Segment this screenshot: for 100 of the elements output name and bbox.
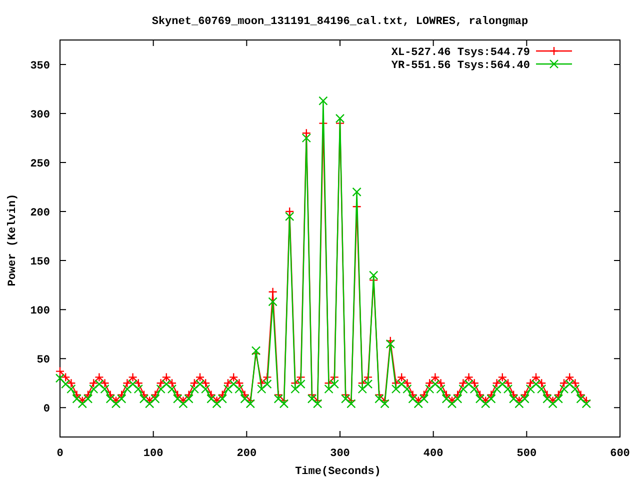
data-point — [302, 133, 311, 143]
data-point — [576, 394, 586, 404]
data-point — [195, 372, 205, 382]
data-point — [330, 380, 339, 389]
data-point — [240, 390, 250, 400]
data-point — [542, 394, 552, 404]
data-point — [257, 378, 266, 388]
data-point — [223, 378, 233, 388]
data-point — [486, 394, 496, 404]
tick-label: 400 — [423, 448, 444, 460]
axis-label: Power (Kelvin) — [7, 194, 19, 286]
data-point — [341, 394, 350, 404]
data-point — [100, 384, 110, 394]
data-point — [391, 378, 401, 388]
data-point — [83, 390, 93, 400]
data-point — [430, 372, 440, 382]
data-point — [66, 378, 76, 388]
data-point — [520, 394, 530, 404]
data-point — [111, 396, 121, 406]
tick-label: 0 — [43, 404, 50, 416]
data-point — [374, 390, 384, 400]
data-point — [195, 380, 205, 389]
data-point — [414, 396, 423, 406]
data-point — [458, 384, 468, 394]
data-point — [492, 378, 502, 388]
data-point — [380, 399, 390, 408]
data-point — [190, 378, 199, 388]
data-point — [190, 384, 199, 394]
data-point — [139, 390, 149, 400]
data-point — [251, 346, 261, 356]
data-point — [145, 399, 154, 408]
data-point — [498, 380, 507, 389]
data-point — [335, 114, 345, 123]
data-point — [386, 339, 395, 348]
data-point — [212, 399, 222, 408]
data-point — [565, 372, 574, 382]
data-point — [537, 378, 546, 388]
axis-label: Time(Seconds) — [295, 466, 381, 478]
data-point — [296, 372, 306, 382]
data-point — [302, 128, 311, 138]
data-point — [509, 390, 518, 400]
data-point — [290, 384, 300, 394]
data-point — [262, 380, 272, 389]
data-point — [184, 390, 194, 400]
data-point — [268, 287, 278, 296]
data-point — [498, 372, 507, 382]
tick-label: 300 — [30, 110, 50, 122]
data-point — [514, 396, 524, 406]
data-point — [447, 396, 457, 406]
data-point — [111, 399, 121, 408]
data-point — [218, 394, 227, 404]
data-point — [106, 390, 115, 400]
data-point — [61, 372, 70, 382]
data-point — [458, 378, 468, 388]
legend-label: YR-551.56 Tsys:564.40 — [391, 60, 530, 72]
data-point — [408, 390, 418, 400]
data-point — [178, 396, 188, 406]
data-point — [408, 394, 418, 404]
data-point — [324, 384, 334, 394]
data-point — [134, 384, 143, 394]
data-point — [486, 390, 496, 400]
data-point — [386, 336, 395, 346]
tick-label: 50 — [36, 354, 50, 367]
tick-label: 100 — [30, 306, 50, 318]
data-point — [201, 384, 210, 394]
data-point — [122, 378, 132, 388]
data-point — [520, 390, 530, 400]
data-point — [582, 396, 591, 406]
data-point — [352, 187, 362, 196]
data-point — [150, 390, 160, 400]
data-point — [78, 396, 87, 406]
data-point — [397, 372, 406, 382]
data-point — [201, 378, 210, 388]
data-point — [554, 390, 563, 400]
data-point — [229, 380, 238, 389]
data-point — [134, 378, 143, 388]
data-point — [548, 396, 558, 406]
tick-label: 300 — [330, 448, 350, 460]
data-point — [162, 372, 171, 382]
chart-title: Skynet_60769_moon_131191_84196_cal.txt, LOWRES, ralongmap — [152, 16, 528, 28]
data-point — [363, 380, 373, 389]
data-point — [391, 384, 401, 394]
data-point — [156, 384, 166, 394]
tick-label: 0 — [56, 448, 64, 460]
data-point — [464, 372, 474, 382]
data-point — [414, 399, 423, 408]
data-point — [570, 378, 580, 388]
data-point — [526, 378, 535, 388]
data-point — [285, 206, 294, 216]
data-point — [436, 378, 446, 388]
data-point — [117, 390, 126, 400]
data-point — [402, 378, 412, 388]
data-point — [425, 378, 434, 388]
data-point — [470, 384, 479, 394]
data-point — [464, 380, 474, 389]
data-point — [212, 396, 222, 406]
data-point — [358, 384, 367, 394]
data-point — [139, 394, 149, 404]
data-point — [55, 374, 65, 383]
data-point — [156, 378, 166, 388]
